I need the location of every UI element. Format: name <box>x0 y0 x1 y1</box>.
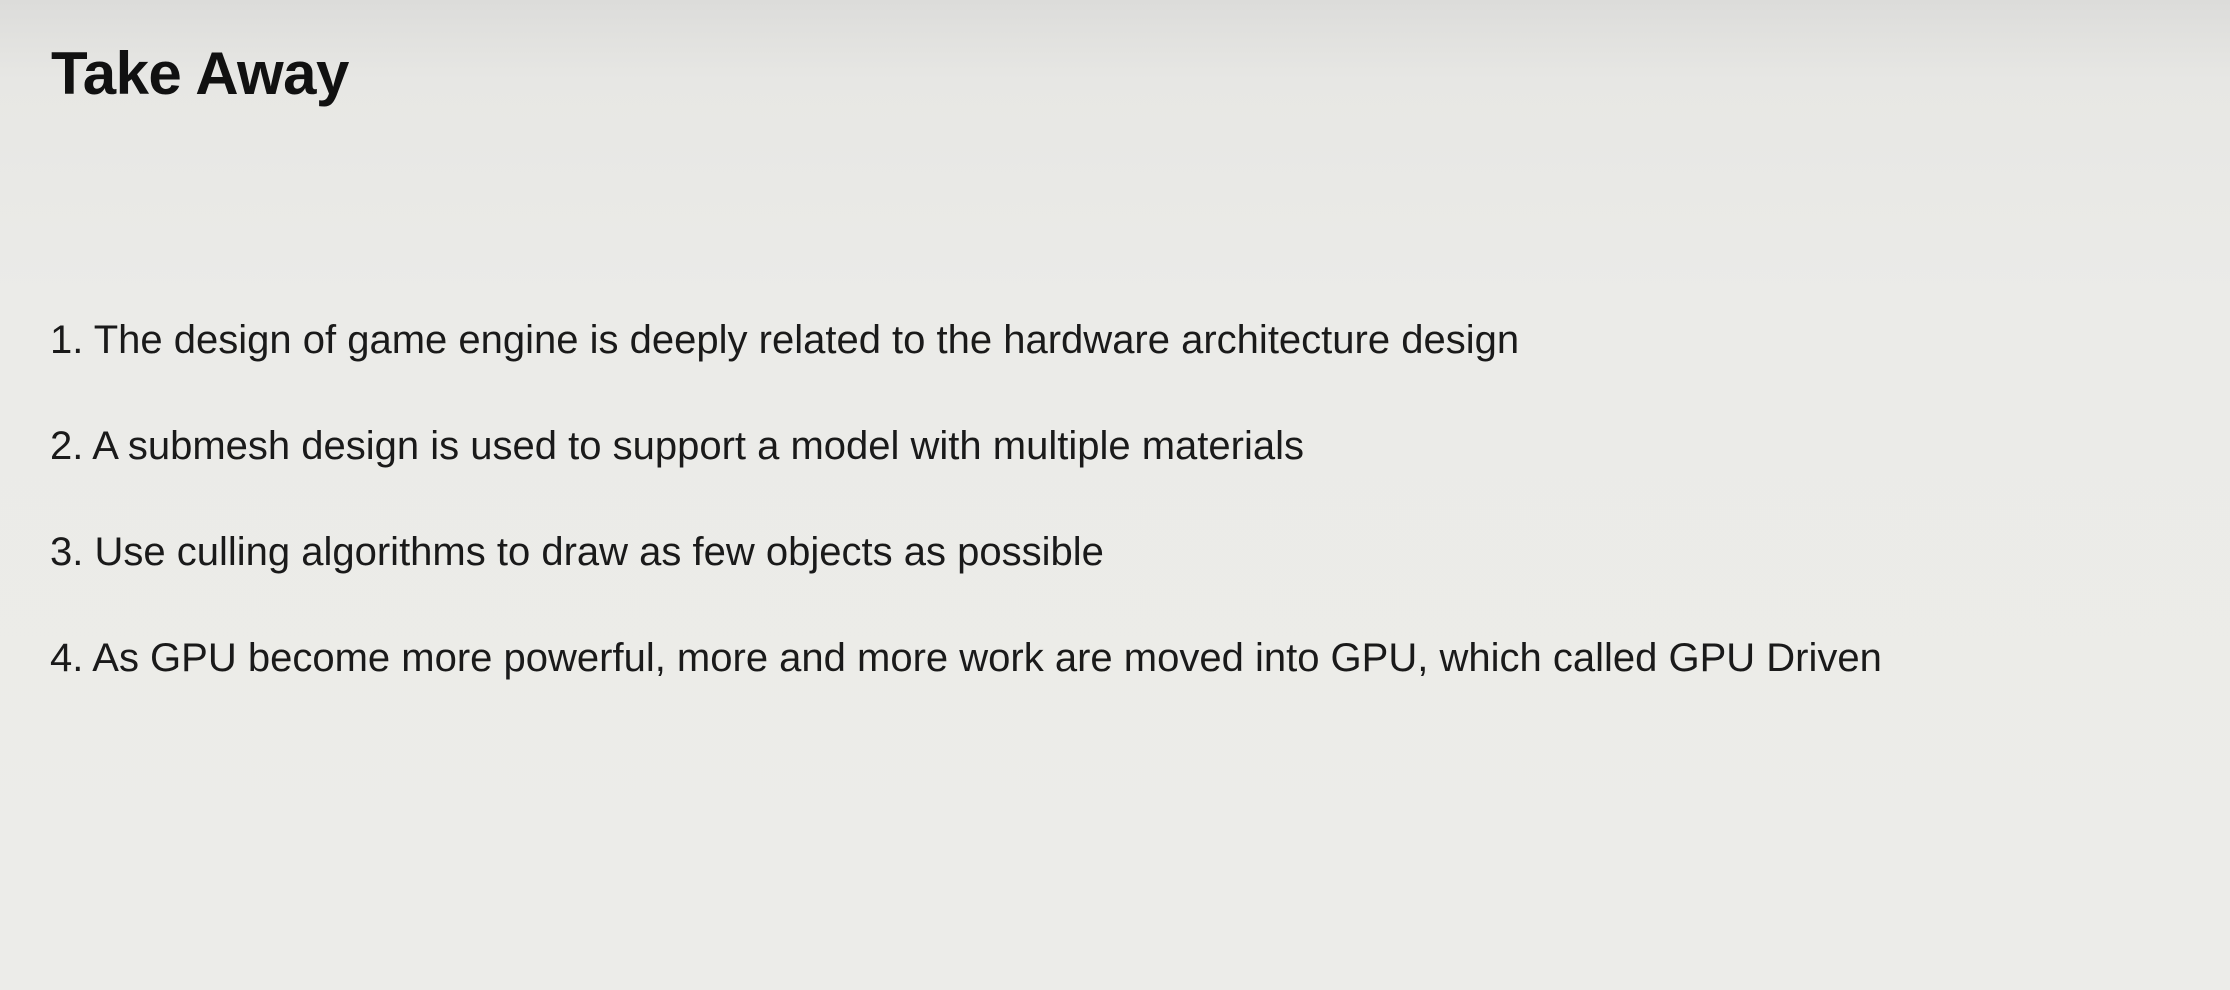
takeaway-item-3: 3. Use culling algorithms to draw as few… <box>50 530 1104 574</box>
takeaway-item-4: 4. As GPU become more powerful, more and… <box>50 636 1882 680</box>
slide: Take Away 1. The design of game engine i… <box>0 0 2230 990</box>
takeaway-list: 1. The design of game engine is deeply r… <box>50 312 1882 736</box>
slide-title: Take Away <box>51 40 349 107</box>
takeaway-item-2: 2. A submesh design is used to support a… <box>50 424 1304 468</box>
takeaway-item-1: 1. The design of game engine is deeply r… <box>50 318 1520 362</box>
